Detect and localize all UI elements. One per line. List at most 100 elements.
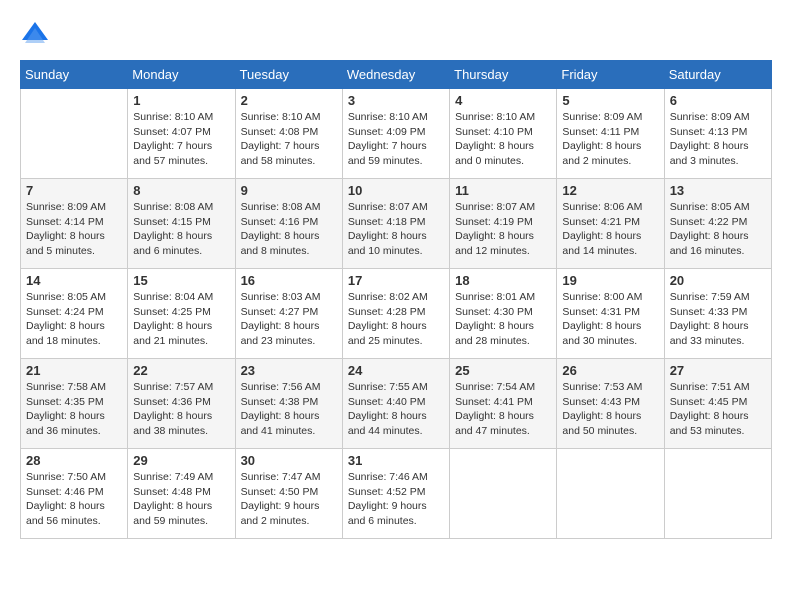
calendar-header-row: SundayMondayTuesdayWednesdayThursdayFrid… <box>21 61 772 89</box>
calendar-week-row: 28Sunrise: 7:50 AMSunset: 4:46 PMDayligh… <box>21 449 772 539</box>
day-number: 1 <box>133 93 229 108</box>
day-info: Sunrise: 8:04 AMSunset: 4:25 PMDaylight:… <box>133 290 229 349</box>
calendar-cell: 31 Sunrise: 7:46 AMSunset: 4:52 PMDayligh… <box>342 449 449 539</box>
calendar-cell: 21 Sunrise: 7:58 AMSunset: 4:35 PMDayligh… <box>21 359 128 449</box>
calendar-week-row: 14 Sunrise: 8:05 AMSunset: 4:24 PMDayligh… <box>21 269 772 359</box>
day-number: 9 <box>241 183 337 198</box>
calendar-header-sunday: Sunday <box>21 61 128 89</box>
calendar-cell <box>557 449 664 539</box>
day-info: Sunrise: 8:08 AMSunset: 4:15 PMDaylight:… <box>133 200 229 259</box>
day-number: 20 <box>670 273 766 288</box>
calendar-cell: 22 Sunrise: 7:57 AMSunset: 4:36 PMDayligh… <box>128 359 235 449</box>
day-number: 29 <box>133 453 229 468</box>
day-info: Sunrise: 8:02 AMSunset: 4:28 PMDaylight:… <box>348 290 444 349</box>
calendar-cell: 28Sunrise: 7:50 AMSunset: 4:46 PMDayligh… <box>21 449 128 539</box>
day-number: 4 <box>455 93 551 108</box>
calendar-cell: 24Sunrise: 7:55 AMSunset: 4:40 PMDayligh… <box>342 359 449 449</box>
calendar-cell: 10Sunrise: 8:07 AMSunset: 4:18 PMDayligh… <box>342 179 449 269</box>
day-info: Sunrise: 8:09 AMSunset: 4:11 PMDaylight:… <box>562 110 658 169</box>
day-info: Sunrise: 8:10 AMSunset: 4:10 PMDaylight:… <box>455 110 551 169</box>
calendar-header-saturday: Saturday <box>664 61 771 89</box>
calendar-header-friday: Friday <box>557 61 664 89</box>
day-info: Sunrise: 8:03 AMSunset: 4:27 PMDaylight:… <box>241 290 337 349</box>
day-info: Sunrise: 7:55 AMSunset: 4:40 PMDaylight:… <box>348 380 444 439</box>
calendar-cell <box>21 89 128 179</box>
day-info: Sunrise: 7:47 AMSunset: 4:50 PMDaylight:… <box>241 470 337 529</box>
calendar-week-row: 21 Sunrise: 7:58 AMSunset: 4:35 PMDayligh… <box>21 359 772 449</box>
day-info: Sunrise: 8:09 AMSunset: 4:13 PMDaylight:… <box>670 110 766 169</box>
calendar-cell: 13 Sunrise: 8:05 AMSunset: 4:22 PMDayligh… <box>664 179 771 269</box>
calendar-cell: 3 Sunrise: 8:10 AMSunset: 4:09 PMDaylight… <box>342 89 449 179</box>
day-number: 18 <box>455 273 551 288</box>
logo <box>20 20 54 50</box>
calendar-cell <box>664 449 771 539</box>
calendar-cell: 29 Sunrise: 7:49 AMSunset: 4:48 PMDayligh… <box>128 449 235 539</box>
day-info: Sunrise: 7:58 AMSunset: 4:35 PMDaylight:… <box>26 380 122 439</box>
calendar-header-wednesday: Wednesday <box>342 61 449 89</box>
day-number: 22 <box>133 363 229 378</box>
day-number: 21 <box>26 363 122 378</box>
day-info: Sunrise: 7:49 AMSunset: 4:48 PMDaylight:… <box>133 470 229 529</box>
calendar-cell: 25Sunrise: 7:54 AMSunset: 4:41 PMDayligh… <box>450 359 557 449</box>
calendar-cell: 11 Sunrise: 8:07 AMSunset: 4:19 PMDayligh… <box>450 179 557 269</box>
day-info: Sunrise: 8:05 AMSunset: 4:24 PMDaylight:… <box>26 290 122 349</box>
day-info: Sunrise: 8:01 AMSunset: 4:30 PMDaylight:… <box>455 290 551 349</box>
day-number: 31 <box>348 453 444 468</box>
calendar-cell: 14 Sunrise: 8:05 AMSunset: 4:24 PMDayligh… <box>21 269 128 359</box>
day-info: Sunrise: 8:10 AMSunset: 4:07 PMDaylight:… <box>133 110 229 169</box>
day-number: 15 <box>133 273 229 288</box>
calendar-cell: 18 Sunrise: 8:01 AMSunset: 4:30 PMDayligh… <box>450 269 557 359</box>
day-info: Sunrise: 8:10 AMSunset: 4:09 PMDaylight:… <box>348 110 444 169</box>
calendar-cell: 26Sunrise: 7:53 AMSunset: 4:43 PMDayligh… <box>557 359 664 449</box>
calendar-cell: 7 Sunrise: 8:09 AMSunset: 4:14 PMDaylight… <box>21 179 128 269</box>
day-number: 6 <box>670 93 766 108</box>
day-number: 27 <box>670 363 766 378</box>
calendar-cell: 5 Sunrise: 8:09 AMSunset: 4:11 PMDaylight… <box>557 89 664 179</box>
calendar-cell: 15 Sunrise: 8:04 AMSunset: 4:25 PMDayligh… <box>128 269 235 359</box>
day-info: Sunrise: 8:08 AMSunset: 4:16 PMDaylight:… <box>241 200 337 259</box>
calendar-header-thursday: Thursday <box>450 61 557 89</box>
calendar-table: SundayMondayTuesdayWednesdayThursdayFrid… <box>20 60 772 539</box>
calendar-cell: 27 Sunrise: 7:51 AMSunset: 4:45 PMDayligh… <box>664 359 771 449</box>
day-number: 25 <box>455 363 551 378</box>
calendar-cell <box>450 449 557 539</box>
calendar-header-tuesday: Tuesday <box>235 61 342 89</box>
calendar-cell: 8 Sunrise: 8:08 AMSunset: 4:15 PMDaylight… <box>128 179 235 269</box>
day-number: 16 <box>241 273 337 288</box>
calendar-cell: 1 Sunrise: 8:10 AMSunset: 4:07 PMDaylight… <box>128 89 235 179</box>
logo-icon <box>20 20 50 50</box>
calendar-week-row: 7 Sunrise: 8:09 AMSunset: 4:14 PMDaylight… <box>21 179 772 269</box>
day-number: 14 <box>26 273 122 288</box>
day-number: 7 <box>26 183 122 198</box>
day-number: 5 <box>562 93 658 108</box>
day-number: 3 <box>348 93 444 108</box>
page-header <box>20 20 772 50</box>
day-number: 13 <box>670 183 766 198</box>
day-info: Sunrise: 8:00 AMSunset: 4:31 PMDaylight:… <box>562 290 658 349</box>
day-info: Sunrise: 8:07 AMSunset: 4:19 PMDaylight:… <box>455 200 551 259</box>
calendar-cell: 9 Sunrise: 8:08 AMSunset: 4:16 PMDaylight… <box>235 179 342 269</box>
day-number: 12 <box>562 183 658 198</box>
calendar-cell: 23 Sunrise: 7:56 AMSunset: 4:38 PMDayligh… <box>235 359 342 449</box>
day-number: 2 <box>241 93 337 108</box>
calendar-cell: 12 Sunrise: 8:06 AMSunset: 4:21 PMDayligh… <box>557 179 664 269</box>
day-info: Sunrise: 8:09 AMSunset: 4:14 PMDaylight:… <box>26 200 122 259</box>
day-number: 11 <box>455 183 551 198</box>
day-info: Sunrise: 8:06 AMSunset: 4:21 PMDaylight:… <box>562 200 658 259</box>
day-number: 8 <box>133 183 229 198</box>
day-number: 10 <box>348 183 444 198</box>
calendar-week-row: 1 Sunrise: 8:10 AMSunset: 4:07 PMDaylight… <box>21 89 772 179</box>
day-info: Sunrise: 8:05 AMSunset: 4:22 PMDaylight:… <box>670 200 766 259</box>
day-info: Sunrise: 7:57 AMSunset: 4:36 PMDaylight:… <box>133 380 229 439</box>
day-info: Sunrise: 7:59 AMSunset: 4:33 PMDaylight:… <box>670 290 766 349</box>
calendar-cell: 19Sunrise: 8:00 AMSunset: 4:31 PMDayligh… <box>557 269 664 359</box>
day-info: Sunrise: 7:46 AMSunset: 4:52 PMDaylight:… <box>348 470 444 529</box>
day-info: Sunrise: 7:51 AMSunset: 4:45 PMDaylight:… <box>670 380 766 439</box>
calendar-cell: 6 Sunrise: 8:09 AMSunset: 4:13 PMDaylight… <box>664 89 771 179</box>
day-number: 23 <box>241 363 337 378</box>
calendar-cell: 16 Sunrise: 8:03 AMSunset: 4:27 PMDayligh… <box>235 269 342 359</box>
day-number: 28 <box>26 453 122 468</box>
calendar-cell: 20 Sunrise: 7:59 AMSunset: 4:33 PMDayligh… <box>664 269 771 359</box>
calendar-header-monday: Monday <box>128 61 235 89</box>
day-info: Sunrise: 7:56 AMSunset: 4:38 PMDaylight:… <box>241 380 337 439</box>
